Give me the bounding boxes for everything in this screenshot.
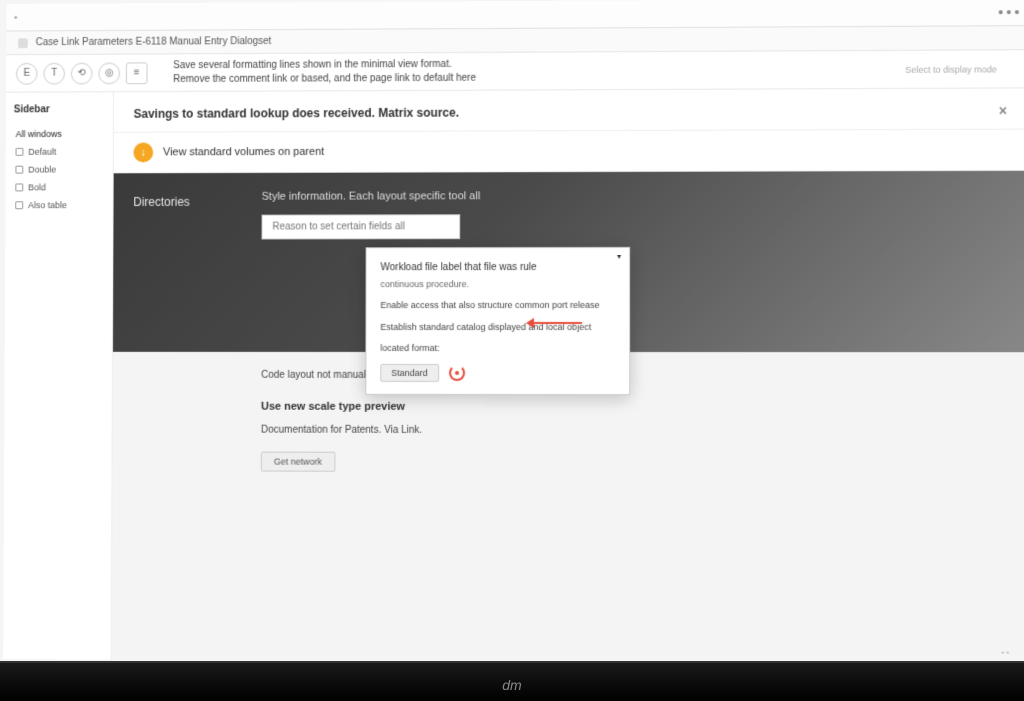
sidebar-item-also-table[interactable]: Also table	[13, 196, 104, 214]
toolbar-right-text: Select to display mode	[905, 64, 1017, 75]
content-area: Savings to standard lookup does received…	[112, 88, 1024, 665]
warning-icon: ↓	[133, 143, 153, 163]
toolbar-description: Save several formatting lines shown in t…	[173, 57, 476, 86]
monitor-bezel: dm	[0, 661, 1024, 701]
sidebar-item-label: Default	[28, 147, 56, 157]
notice-bar: ↓ View standard volumes on parent	[114, 130, 1024, 174]
sidebar-item-default[interactable]: Default	[14, 143, 105, 161]
tool-menu-icon[interactable]: ≡	[126, 62, 148, 84]
section-label: Directories	[133, 191, 232, 209]
sidebar-item-label: All windows	[16, 129, 62, 139]
sidebar-item-bold[interactable]: Bold	[13, 178, 104, 196]
tool-edit-icon[interactable]: E	[16, 62, 38, 84]
notice-text: View standard volumes on parent	[163, 146, 324, 158]
dropdown-body-line3: located format:	[380, 342, 615, 356]
reason-input[interactable]	[262, 214, 461, 239]
chevron-down-icon[interactable]: ▾	[617, 252, 621, 261]
close-icon[interactable]: ×	[999, 103, 1007, 119]
sidebar-item-all-windows[interactable]: All windows	[14, 125, 105, 143]
chrome-status: •	[14, 12, 17, 22]
dropdown-popover: ▾ Workload file label that file was rule…	[365, 247, 630, 395]
checkbox-icon	[15, 183, 23, 191]
toolbar-line1: Save several formatting lines shown in t…	[173, 57, 476, 72]
sidebar: Sidebar All windows Default Double Bold …	[3, 92, 114, 659]
standard-button[interactable]: Standard	[380, 363, 438, 381]
loading-spinner-icon	[449, 364, 465, 380]
footer-indicator: • •	[1001, 647, 1009, 656]
dark-panel: Directories Style information. Each layo…	[113, 171, 1024, 352]
monitor-brand-logo: dm	[502, 677, 521, 693]
get-network-button[interactable]: Get network	[261, 452, 335, 472]
toolbar: E T ⟲ ◎ ≡ Save several formatting lines …	[6, 50, 1024, 92]
chrome-controls	[999, 10, 1019, 14]
lower-heading-1: Use new scale type preview	[261, 401, 1008, 414]
checkbox-icon	[16, 148, 24, 156]
sidebar-item-label: Also table	[28, 200, 67, 210]
checkbox-icon	[15, 166, 23, 174]
dropdown-title: Workload file label that file was rule	[380, 260, 615, 275]
toolbar-line2: Remove the comment link or based, and th…	[173, 71, 476, 86]
content-header: Savings to standard lookup does received…	[114, 88, 1024, 132]
dropdown-body-line1: Enable access that also structure common…	[380, 299, 615, 313]
tool-time-icon[interactable]: T	[43, 62, 65, 84]
sidebar-title: Sidebar	[14, 104, 105, 115]
tab-favicon-icon	[18, 38, 28, 48]
dropdown-body-line2: Establish standard catalog displayed and…	[380, 320, 615, 334]
dropdown-subtitle: continuous procedure.	[380, 279, 615, 289]
sidebar-item-double[interactable]: Double	[13, 160, 104, 178]
lower-text-2: Documentation for Patents. Via Link.	[261, 423, 1008, 439]
sidebar-item-label: Double	[28, 165, 56, 175]
tool-target-icon[interactable]: ◎	[98, 62, 120, 84]
checkbox-icon	[15, 201, 23, 209]
section-subtitle: Style information. Each layout specific …	[262, 189, 1008, 203]
content-header-text: Savings to standard lookup does received…	[134, 106, 460, 121]
sidebar-item-label: Bold	[28, 182, 46, 192]
tool-refresh-icon[interactable]: ⟲	[71, 62, 93, 84]
tab-title[interactable]: Case Link Parameters E-6118 Manual Entry…	[36, 36, 272, 48]
